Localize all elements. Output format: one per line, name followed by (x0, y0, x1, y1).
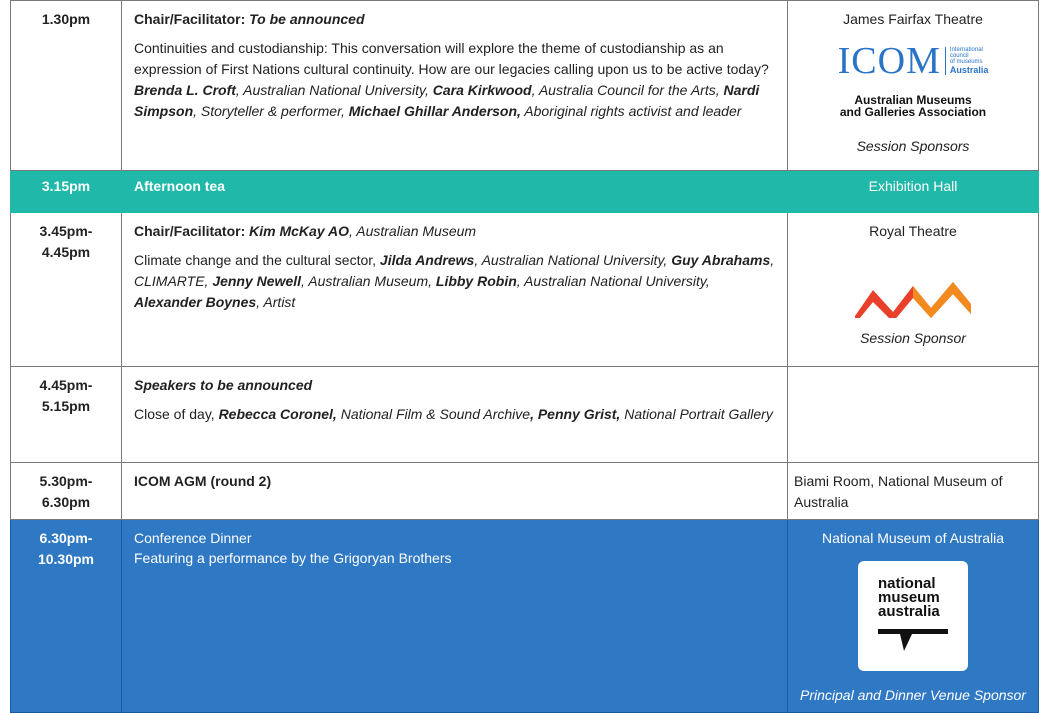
description-intro: Climate change and the cultural sector, (134, 252, 377, 268)
sponsor-wave-logo (794, 278, 1032, 324)
session-row: 3.45pm- 4.45pm Chair/Facilitator: Kim Mc… (10, 212, 1039, 367)
icom-australia-logo: ICOM International council of museums Au… (794, 42, 1032, 80)
speaker-affiliation: , Australia Council for the Arts, (531, 82, 724, 98)
speaker-name: Libby Robin (435, 273, 517, 289)
session-details: Chair/Facilitator: To be announced Conti… (121, 0, 788, 171)
speaker-name: Cara Kirkwood (432, 82, 532, 98)
session-description: Close of day, Rebecca Coronel, National … (134, 404, 775, 425)
venue-name: National Museum of Australia (821, 530, 1005, 546)
speaker-affiliation: , Artist (256, 294, 296, 310)
nma-logo-word: australia (878, 603, 940, 620)
speaker-affiliation: National Portrait Gallery (620, 406, 773, 422)
speaker-affiliation: , Storyteller & performer, (193, 103, 349, 119)
speaker-affiliation: , Australian National University, (516, 273, 710, 289)
time-line: 3.45pm- (39, 223, 93, 239)
venue-name: James Fairfax Theatre (843, 11, 983, 27)
speaker-name: Alexander Boynes (134, 294, 257, 310)
session-title: Afternoon tea (121, 170, 788, 213)
session-time: 6.30pm- 10.30pm (10, 519, 122, 713)
speaker-affiliation: , Australian Museum, (301, 273, 436, 289)
session-venue (787, 366, 1039, 463)
amaga-line: and Galleries Association (839, 105, 987, 119)
chair-name: To be announced (249, 11, 365, 27)
amaga-logo: Australian Museums and Galleries Associa… (794, 94, 1032, 118)
sponsor-caption: Session Sponsor (860, 330, 966, 346)
session-venue: Exhibition Hall (787, 170, 1039, 213)
speaker-name: Rebecca Coronel, (218, 406, 337, 422)
session-title: Speakers to be announced (134, 377, 313, 393)
time-line: 10.30pm (37, 551, 95, 567)
session-time: 4.45pm- 5.15pm (10, 366, 122, 463)
time-line: 1.30pm (41, 11, 91, 27)
session-details: Speakers to be announced Close of day, R… (121, 366, 788, 463)
session-description: Continuities and custodianship: This con… (134, 38, 775, 122)
time-line: 6.30pm (41, 494, 91, 510)
time-line: 4.45pm- (39, 377, 93, 393)
icom-country-text: Australia (949, 65, 989, 75)
chair-label: Chair/Facilitator: (134, 11, 246, 27)
chair-affiliation: , Australian Museum (348, 223, 477, 239)
icom-letters: ICOM (837, 40, 941, 82)
session-row: 4.45pm- 5.15pm Speakers to be announced … (10, 366, 1039, 463)
speaker-name: Jilda Andrews (379, 252, 475, 268)
schedule-table: 1.30pm Chair/Facilitator: To be announce… (10, 0, 1039, 713)
speaker-name: Guy Abrahams (671, 252, 771, 268)
nma-speech-mark-icon (878, 629, 948, 651)
icom-subtitle: International council of museums Austral… (944, 47, 989, 75)
chair-label: Chair/Facilitator: (134, 223, 246, 239)
session-title: ICOM AGM (round 2) (121, 462, 788, 520)
session-details: Chair/Facilitator: Kim McKay AO, Austral… (121, 212, 788, 367)
speaker-name: Jenny Newell (212, 273, 302, 289)
session-description: Climate change and the cultural sector, … (134, 250, 775, 313)
session-row: 5.30pm- 6.30pm ICOM AGM (round 2) Biami … (10, 462, 1039, 520)
venue-name: Royal Theatre (869, 223, 957, 239)
description-intro: Continuities and custodianship: This con… (134, 40, 769, 77)
wave-shape-accent (913, 282, 971, 318)
session-venue: Royal Theatre Session Sponsor (787, 212, 1039, 367)
session-venue: James Fairfax Theatre ICOM International… (787, 0, 1039, 171)
dinner-subtitle: Featuring a performance by the Grigoryan… (134, 550, 452, 566)
session-row: 1.30pm Chair/Facilitator: To be announce… (10, 0, 1039, 171)
speaker-name: Michael Ghillar Anderson, (348, 103, 521, 119)
speaker-name: Brenda L. Croft (134, 82, 236, 98)
time-line: 4.45pm (41, 244, 91, 260)
time-line: 3.15pm (41, 178, 91, 194)
session-time: 3.45pm- 4.45pm (10, 212, 122, 367)
session-time: 3.15pm (10, 170, 122, 213)
time-line: 6.30pm- (39, 530, 93, 546)
speaker-name: , Penny Grist, (530, 406, 621, 422)
time-line: 5.15pm (41, 398, 91, 414)
description-intro: Close of day, (134, 406, 215, 422)
session-venue: National Museum of Australia national mu… (787, 519, 1039, 713)
session-venue: Biami Room, National Museum of Australia (787, 462, 1039, 520)
speaker-affiliation: National Film & Sound Archive (336, 406, 531, 422)
speaker-affiliation: , Australian National University, (474, 252, 672, 268)
nma-logo: national museum australia (858, 561, 968, 671)
speaker-affiliation: Aboriginal rights activist and leader (520, 103, 742, 119)
sponsor-caption: Session Sponsors (856, 138, 970, 154)
dinner-title: Conference Dinner (134, 530, 252, 546)
sponsor-caption: Principal and Dinner Venue Sponsor (800, 687, 1026, 703)
session-row: 3.15pm Afternoon tea Exhibition Hall (10, 170, 1039, 213)
chair-name: Kim McKay AO (249, 223, 349, 239)
speaker-affiliation: , Australian National University, (235, 82, 433, 98)
session-time: 5.30pm- 6.30pm (10, 462, 122, 520)
session-time: 1.30pm (10, 0, 122, 171)
session-row: 6.30pm- 10.30pm Conference Dinner Featur… (10, 519, 1039, 713)
session-details: Conference Dinner Featuring a performanc… (121, 519, 788, 713)
wave-logo-graphic (855, 282, 971, 324)
time-line: 5.30pm- (39, 473, 93, 489)
